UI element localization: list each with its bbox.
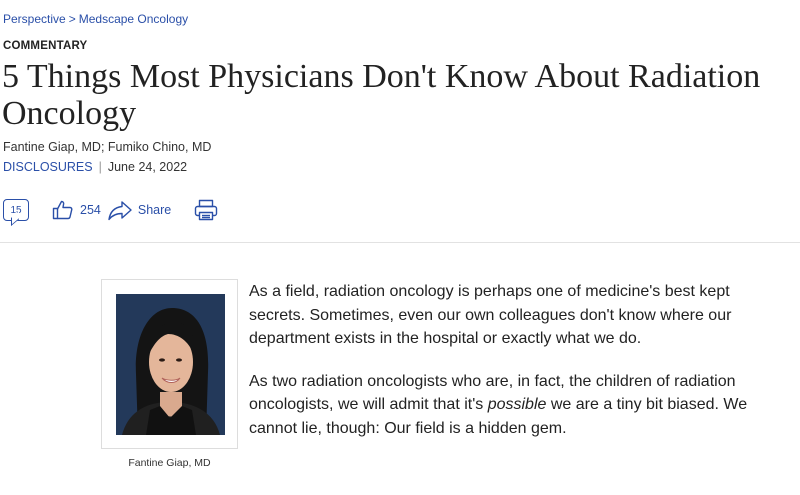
article-actions: 15 254 Share [3,196,219,224]
author-photo [116,294,225,435]
like-button[interactable]: 254 [51,198,101,222]
article-type-label: COMMENTARY [3,40,88,52]
print-button[interactable] [193,198,219,222]
breadcrumb-perspective[interactable]: Perspective [3,12,66,26]
article-authors: Fantine Giap, MD; Fumiko Chino, MD [3,140,212,154]
portrait-image [116,294,225,435]
page-title: 5 Things Most Physicians Don't Know Abou… [2,58,761,132]
publish-date: June 24, 2022 [107,160,188,174]
share-label: Share [137,203,172,217]
breadcrumb-medscape-oncology[interactable]: Medscape Oncology [79,12,188,26]
share-arrow-icon [108,201,132,221]
author-photo-frame [101,279,238,449]
meta-divider: | [98,160,102,174]
like-count: 254 [80,203,101,217]
breadcrumb: Perspective > Medscape Oncology [3,12,188,26]
photo-caption: Fantine Giap, MD [128,457,211,469]
print-icon [195,199,218,221]
breadcrumb-separator: > [68,12,76,26]
section-divider [0,242,800,243]
body-paragraph-2: As two radiation oncologists who are, in… [249,370,749,441]
article-body: As a field, radiation oncology is perhap… [249,280,749,459]
disclosures-link[interactable]: DISCLOSURES [3,160,93,174]
article-meta: DISCLOSURES | June 24, 2022 [3,160,187,174]
comment-icon[interactable]: 15 [3,199,29,221]
comment-count: 15 [10,204,22,216]
share-button[interactable]: Share [107,198,171,222]
emphasis-possible: possible [487,396,547,413]
body-paragraph-1: As a field, radiation oncology is perhap… [249,283,732,347]
thumbs-up-icon [52,200,73,220]
